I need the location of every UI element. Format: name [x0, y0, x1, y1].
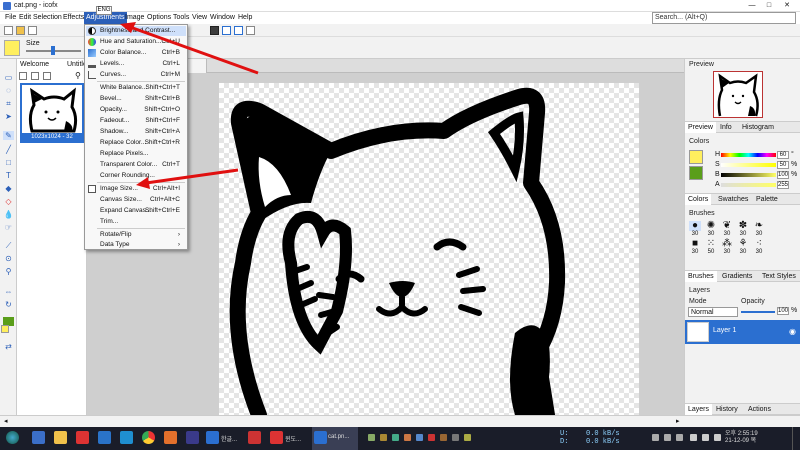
annotation-arrows	[120, 22, 259, 189]
arrow-to-image-size	[145, 168, 239, 185]
arrow-to-adjustments	[129, 25, 259, 75]
arrow-head-icon	[136, 177, 150, 189]
app-window: cat.png - icofx — □ ✕ ENG File Edit Sele…	[0, 0, 800, 450]
